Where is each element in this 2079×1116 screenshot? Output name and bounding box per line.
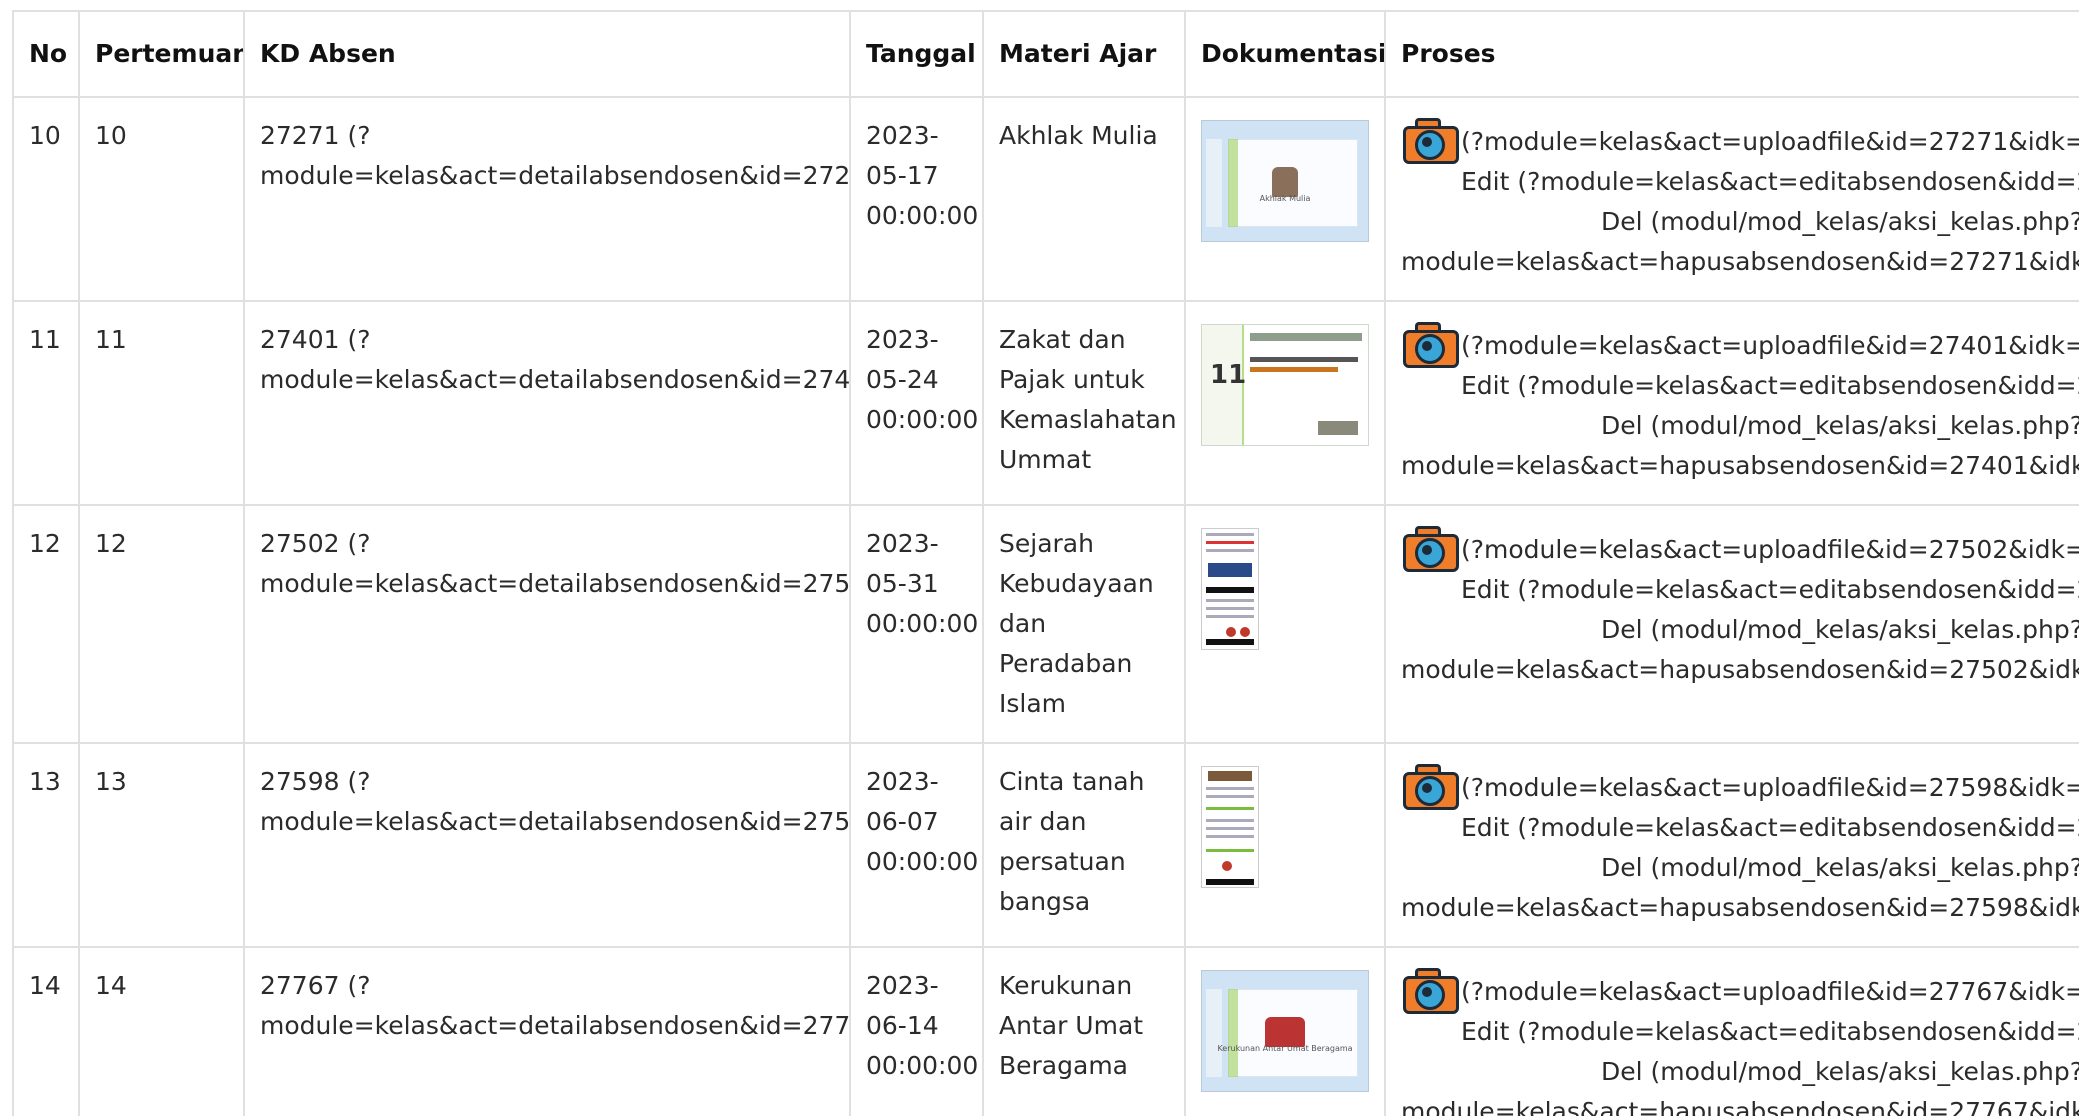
cell-pertemuan: 14 (78, 946, 245, 1116)
table-row: 14 14 27767 (? module=kelas&act=detailabs… (12, 946, 2079, 1116)
camera-icon[interactable] (1401, 966, 1459, 1014)
cell-no: 14 (12, 946, 80, 1116)
cell-pertemuan: 12 (78, 504, 245, 744)
cell-no: 10 (12, 96, 80, 302)
kd-absen-link[interactable]: 27502 (? module=kelas&act=detailabsendose… (260, 529, 848, 598)
cell-proses: (?module=kelas&act=uploadfile&id=27502&i… (1384, 504, 2079, 744)
table-row: 10 10 27271 (? module=kelas&act=detailabs… (12, 96, 2079, 302)
cell-kd-absen[interactable]: 27502 (? module=kelas&act=detailabsendose… (243, 504, 851, 744)
absen-table: No Pertemuan KD Absen Tanggal Materi Aja… (12, 10, 2079, 1116)
upload-link[interactable]: (?module=kelas&act=uploadfile&id=27271&i… (1401, 116, 2079, 164)
kd-absen-link[interactable]: 27767 (? module=kelas&act=detailabsendose… (260, 971, 848, 1040)
kd-absen-link[interactable]: 27401 (? module=kelas&act=detailabsendose… (260, 325, 848, 394)
cell-pertemuan: 13 (78, 742, 245, 948)
camera-icon[interactable] (1401, 524, 1459, 572)
delete-link[interactable]: Del (modul/mod_kelas/aksi_kelas.php? (1401, 1052, 2079, 1092)
cell-proses: (?module=kelas&act=uploadfile&id=27271&i… (1384, 96, 2079, 302)
cell-tanggal: 2023- 06-07 00:00:00 (849, 742, 984, 948)
upload-link[interactable]: (?module=kelas&act=uploadfile&id=27401&i… (1401, 320, 2079, 368)
edit-link[interactable]: Edit (?module=kelas&act=editabsendosen&i… (1401, 570, 2079, 610)
cell-kd-absen[interactable]: 27271 (? module=kelas&act=detailabsendose… (243, 96, 851, 302)
cell-materi-ajar: Cinta tanah air dan persatuan bangsa (982, 742, 1186, 948)
documentation-thumbnail[interactable]: 11 (1201, 324, 1369, 446)
header-tanggal: Tanggal (849, 10, 984, 98)
cell-pertemuan: 11 (78, 300, 245, 506)
header-no: No (12, 10, 80, 98)
cell-dokumentasi: 11 (1184, 300, 1386, 506)
documentation-thumbnail[interactable] (1201, 528, 1259, 650)
header-pertemuan: Pertemuan (78, 10, 245, 98)
cell-pertemuan: 10 (78, 96, 245, 302)
cell-proses: (?module=kelas&act=uploadfile&id=27767&i… (1384, 946, 2079, 1116)
cell-dokumentasi (1184, 742, 1386, 948)
delete-link-url[interactable]: module=kelas&act=hapusabsendosen&id=2776… (1401, 1092, 2079, 1116)
table-header-row: No Pertemuan KD Absen Tanggal Materi Aja… (12, 10, 2079, 98)
upload-link[interactable]: (?module=kelas&act=uploadfile&id=27767&i… (1401, 966, 2079, 1014)
cell-dokumentasi (1184, 504, 1386, 744)
header-dokumentasi: Dokumentasi (1184, 10, 1386, 98)
cell-no: 11 (12, 300, 80, 506)
kd-absen-link[interactable]: 27271 (? module=kelas&act=detailabsendose… (260, 121, 848, 190)
camera-icon[interactable] (1401, 320, 1459, 368)
documentation-thumbnail[interactable]: Kerukunan Antar Umat Beragama (1201, 970, 1369, 1092)
cell-dokumentasi: Kerukunan Antar Umat Beragama (1184, 946, 1386, 1116)
cell-materi-ajar: Akhlak Mulia (982, 96, 1186, 302)
upload-link[interactable]: (?module=kelas&act=uploadfile&id=27502&i… (1401, 524, 2079, 572)
cell-materi-ajar: Zakat dan Pajak untuk Kemaslahatan Ummat (982, 300, 1186, 506)
delete-link[interactable]: Del (modul/mod_kelas/aksi_kelas.php? (1401, 848, 2079, 888)
cell-kd-absen[interactable]: 27598 (? module=kelas&act=detailabsendose… (243, 742, 851, 948)
cell-no: 12 (12, 504, 80, 744)
header-proses: Proses (1384, 10, 2079, 98)
camera-icon[interactable] (1401, 116, 1459, 164)
cell-dokumentasi: Akhlak Mulia (1184, 96, 1386, 302)
cell-tanggal: 2023- 05-17 00:00:00 (849, 96, 984, 302)
cell-no: 13 (12, 742, 80, 948)
table-row: 11 11 27401 (? module=kelas&act=detailabs… (12, 300, 2079, 506)
cell-kd-absen[interactable]: 27767 (? module=kelas&act=detailabsendose… (243, 946, 851, 1116)
edit-link[interactable]: Edit (?module=kelas&act=editabsendosen&i… (1401, 1012, 2079, 1052)
cell-tanggal: 2023- 05-24 00:00:00 (849, 300, 984, 506)
kd-absen-link[interactable]: 27598 (? module=kelas&act=detailabsendose… (260, 767, 848, 836)
cell-tanggal: 2023- 05-31 00:00:00 (849, 504, 984, 744)
delete-link[interactable]: Del (modul/mod_kelas/aksi_kelas.php? (1401, 202, 2079, 242)
documentation-thumbnail[interactable]: Akhlak Mulia (1201, 120, 1369, 242)
delete-link-url[interactable]: module=kelas&act=hapusabsendosen&id=2740… (1401, 446, 2079, 486)
table-row: 12 12 27502 (? module=kelas&act=detailabs… (12, 504, 2079, 744)
edit-link[interactable]: Edit (?module=kelas&act=editabsendosen&i… (1401, 366, 2079, 406)
page: No Pertemuan KD Absen Tanggal Materi Aja… (0, 0, 2079, 1116)
cell-tanggal: 2023- 06-14 00:00:00 (849, 946, 984, 1116)
camera-icon[interactable] (1401, 762, 1459, 810)
delete-link[interactable]: Del (modul/mod_kelas/aksi_kelas.php? (1401, 610, 2079, 650)
cell-proses: (?module=kelas&act=uploadfile&id=27401&i… (1384, 300, 2079, 506)
cell-kd-absen[interactable]: 27401 (? module=kelas&act=detailabsendose… (243, 300, 851, 506)
delete-link-url[interactable]: module=kelas&act=hapusabsendosen&id=2727… (1401, 242, 2079, 282)
upload-link[interactable]: (?module=kelas&act=uploadfile&id=27598&i… (1401, 762, 2079, 810)
documentation-thumbnail[interactable] (1201, 766, 1259, 888)
header-materi-ajar: Materi Ajar (982, 10, 1186, 98)
edit-link[interactable]: Edit (?module=kelas&act=editabsendosen&i… (1401, 808, 2079, 848)
delete-link-url[interactable]: module=kelas&act=hapusabsendosen&id=2750… (1401, 650, 2079, 690)
table-row: 13 13 27598 (? module=kelas&act=detailabs… (12, 742, 2079, 948)
header-kd-absen: KD Absen (243, 10, 851, 98)
delete-link[interactable]: Del (modul/mod_kelas/aksi_kelas.php? (1401, 406, 2079, 446)
cell-materi-ajar: Kerukunan Antar Umat Beragama (982, 946, 1186, 1116)
cell-materi-ajar: Sejarah Kebudayaan dan Peradaban Islam (982, 504, 1186, 744)
edit-link[interactable]: Edit (?module=kelas&act=editabsendosen&i… (1401, 162, 2079, 202)
cell-proses: (?module=kelas&act=uploadfile&id=27598&i… (1384, 742, 2079, 948)
delete-link-url[interactable]: module=kelas&act=hapusabsendosen&id=2759… (1401, 888, 2079, 928)
